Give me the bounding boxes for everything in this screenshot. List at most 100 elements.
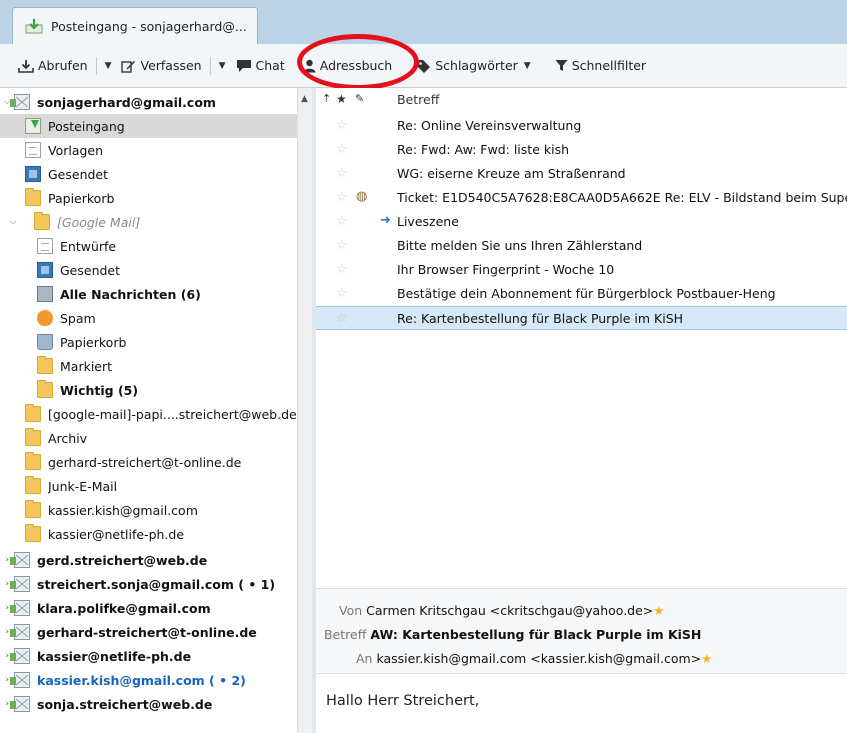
folder-icon <box>25 524 41 542</box>
folder-item[interactable]: Spam <box>0 306 297 330</box>
folder-item[interactable]: Entwürfe <box>0 234 297 258</box>
folder-item[interactable]: Posteingang <box>0 114 297 138</box>
folder-label: Markiert <box>60 358 113 374</box>
folder-icon <box>25 188 41 206</box>
subject-value: AW: Kartenbestellung für Black Purple im… <box>370 627 702 642</box>
folder-item[interactable]: › gerd.streichert@web.de <box>0 548 297 572</box>
compose-dropdown-icon[interactable]: ▼ <box>219 61 226 71</box>
compose-button[interactable]: Verfassen <box>117 53 205 79</box>
folder-item[interactable]: ⌵ sonjagerhard@gmail.com <box>0 90 297 114</box>
star-icon[interactable]: ☆ <box>336 238 348 253</box>
quick-filter-button[interactable]: Schnellfilter <box>551 53 650 79</box>
folder-item[interactable]: Gesendet <box>0 258 297 282</box>
star-icon[interactable]: ☆ <box>336 190 348 205</box>
tags-button[interactable]: Schlagwörter ▼ <box>412 53 540 79</box>
subject-column-header[interactable]: Betreff <box>397 92 439 107</box>
star-icon[interactable]: ☆ <box>336 214 348 229</box>
folder-item[interactable]: Junk-E-Mail <box>0 474 297 498</box>
chat-label: Chat <box>255 58 285 73</box>
folder-item[interactable]: › kassier@netlife-ph.de <box>0 644 297 668</box>
mail-account-icon <box>10 552 30 568</box>
message-row[interactable]: ☆ Re: Online Vereinsverwaltung <box>316 114 847 138</box>
folder-icon <box>25 404 41 422</box>
folder-item[interactable]: › streichert.sonja@gmail.com ( • 1) <box>0 572 297 596</box>
folder-icon <box>25 476 41 494</box>
message-subject: Re: Online Vereinsverwaltung <box>397 118 582 133</box>
folder-label: streichert.sonja@gmail.com ( • 1) <box>37 576 276 592</box>
folder-item[interactable]: › sonja.streichert@web.de <box>0 692 297 716</box>
get-messages-dropdown-icon[interactable]: ▼ <box>105 61 112 71</box>
folder-item[interactable]: Wichtig (5) <box>0 378 297 402</box>
attachment-icon: ◍ <box>356 189 368 204</box>
folder-label: sonjagerhard@gmail.com <box>37 94 216 110</box>
message-row[interactable]: ☆ Bitte melden Sie uns Ihren Zählerstand <box>316 234 847 258</box>
star-icon[interactable]: ☆ <box>336 166 348 181</box>
folder-item[interactable]: [google-mail]-papi....streichert@web.de <box>0 402 297 426</box>
folder-icon <box>25 500 41 518</box>
sent-icon <box>37 262 53 278</box>
folder-item[interactable]: › gerhard-streichert@t-online.de <box>0 620 297 644</box>
tab-inbox[interactable]: Posteingang - sonjagerhard@... <box>12 7 258 44</box>
star-icon[interactable]: ★ <box>653 603 664 618</box>
folder-item[interactable]: Papierkorb <box>0 330 297 354</box>
message-row[interactable]: ☆ Ihr Browser Fingerprint - Woche 10 <box>316 258 847 282</box>
collapse-icon[interactable]: ⌵ <box>8 217 18 227</box>
message-row[interactable]: ☆ Re: Fwd: Aw: Fwd: liste kish <box>316 138 847 162</box>
folder-scrollbar[interactable]: ▲ <box>297 88 312 733</box>
folder-label: Archiv <box>48 430 88 446</box>
tag-icon <box>417 59 431 73</box>
star-icon[interactable]: ☆ <box>336 118 348 133</box>
thread-header: ⇡ ★ ✎ Betreff <box>316 88 847 112</box>
folder-icon <box>37 380 53 398</box>
thread-column-icon[interactable]: ⇡ <box>322 92 331 105</box>
attachment-column-icon[interactable]: ✎ <box>355 92 364 105</box>
chat-button[interactable]: Chat <box>232 53 289 79</box>
folder-label: kassier@netlife-ph.de <box>37 648 192 664</box>
star-icon[interactable]: ☆ <box>336 142 348 157</box>
folder-item[interactable]: ⌵ [Google Mail] <box>0 210 297 234</box>
scroll-up-icon[interactable]: ▲ <box>301 94 308 104</box>
folder-item[interactable]: Markiert <box>0 354 297 378</box>
star-icon[interactable]: ☆ <box>336 311 348 326</box>
folder-item[interactable]: Gesendet <box>0 162 297 186</box>
address-book-label: Adressbuch <box>319 58 393 73</box>
folder-item[interactable]: Alle Nachrichten (6) <box>0 282 297 306</box>
inbox-icon <box>25 18 43 34</box>
message-subject: Ticket: E1D540C5A7628:E8CAA0D5A662E Re: … <box>397 190 847 205</box>
star-column-icon[interactable]: ★ <box>336 92 347 106</box>
to-value[interactable]: kassier.kish@gmail.com <kassier.kish@gma… <box>376 651 701 666</box>
folder-label: Gesendet <box>60 262 121 278</box>
message-subject: Liveszene <box>397 214 459 229</box>
message-row[interactable]: ☆ Re: Kartenbestellung für Black Purple i… <box>316 306 847 330</box>
folder-icon <box>25 452 41 470</box>
message-row[interactable]: ☆ Bestätige dein Abonnement für Bürgerblo… <box>316 282 847 306</box>
body-greeting: Hallo Herr Streichert, <box>326 693 480 709</box>
folder-item[interactable]: kassier.kish@gmail.com <box>0 498 297 522</box>
to-row: An kassier.kish@gmail.com <kassier.kish@… <box>356 651 712 671</box>
star-icon[interactable]: ☆ <box>336 286 348 301</box>
message-row[interactable]: ☆ WG: eiserne Kreuze am Straßenrand <box>316 162 847 186</box>
message-row[interactable]: ☆ ◍ Ticket: E1D540C5A7628:E8CAA0D5A662E Re… <box>316 186 847 210</box>
compose-label: Verfassen <box>140 58 202 73</box>
message-body: Hallo Herr Streichert, <box>316 675 847 733</box>
mail-account-icon <box>10 94 30 110</box>
all-mail-icon <box>37 286 53 302</box>
message-row[interactable]: ☆ ➜ Liveszene <box>316 210 847 234</box>
message-subject: WG: eiserne Kreuze am Straßenrand <box>397 166 626 181</box>
get-messages-button[interactable]: Abrufen <box>14 53 92 79</box>
message-subject: Bitte melden Sie uns Ihren Zählerstand <box>397 238 643 253</box>
star-icon[interactable]: ☆ <box>336 262 348 277</box>
folder-item[interactable]: kassier@netlife-ph.de <box>0 522 297 546</box>
address-book-button[interactable]: Adressbuch <box>299 53 397 79</box>
folder-item[interactable]: gerhard-streichert@t-online.de <box>0 450 297 474</box>
folder-item[interactable]: Archiv <box>0 426 297 450</box>
tags-dropdown-icon: ▼ <box>523 60 531 71</box>
folder-label: Vorlagen <box>48 142 104 158</box>
folder-item[interactable]: › kassier.kish@gmail.com ( • 2) <box>0 668 297 692</box>
folder-item[interactable]: Vorlagen <box>0 138 297 162</box>
folder-item[interactable]: Papierkorb <box>0 186 297 210</box>
star-icon[interactable]: ★ <box>701 651 712 666</box>
folder-label: gerd.streichert@web.de <box>37 552 208 568</box>
folder-item[interactable]: › klara.polifke@gmail.com <box>0 596 297 620</box>
from-value[interactable]: Carmen Kritschgau <ckritschgau@yahoo.de> <box>366 603 653 618</box>
